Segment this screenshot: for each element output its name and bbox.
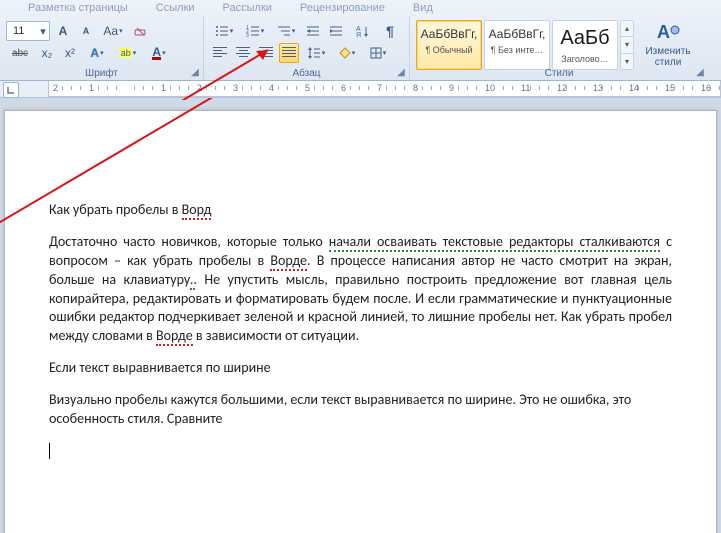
- chevron-up-icon[interactable]: ▴: [621, 21, 633, 37]
- clear-format-button[interactable]: [130, 21, 150, 41]
- ruler-tick: 2: [197, 83, 202, 93]
- decrease-indent-button[interactable]: [303, 21, 323, 41]
- ruler-tick: 5: [305, 83, 310, 93]
- ruler-tick: 3: [233, 83, 238, 93]
- bullets-button[interactable]: ▾: [210, 21, 238, 41]
- doc-paragraph-2: Если текст выравнивается по ширине: [49, 359, 672, 378]
- sort-button[interactable]: AЯ: [349, 21, 377, 41]
- group-styles-label: Стили ◢: [410, 68, 708, 79]
- shading-button[interactable]: ▾: [333, 43, 361, 63]
- font-size-combo[interactable]: 11 ▾: [6, 21, 50, 41]
- tab-view[interactable]: Вид: [413, 2, 433, 14]
- styles-scroll[interactable]: ▴ ▾ ▾: [620, 20, 634, 70]
- style-nospacing[interactable]: АаБбВвГг, Без инте…: [484, 20, 550, 70]
- svg-text:A: A: [657, 22, 670, 42]
- tab-mailings[interactable]: Рассылки: [223, 2, 272, 14]
- chevron-down-icon: ▾: [119, 27, 123, 35]
- ruler-tick: 2: [53, 83, 58, 93]
- align-center-button[interactable]: [233, 43, 253, 63]
- ribbon: Разметка страницы Ссылки Рассылки Реценз…: [0, 0, 721, 81]
- chevron-down-icon: ▾: [133, 49, 137, 57]
- change-case-button[interactable]: Aa▾: [99, 21, 127, 41]
- svg-text:Я: Я: [356, 32, 361, 37]
- ruler-tick: 6: [341, 83, 346, 93]
- strike-button[interactable]: abc: [6, 43, 34, 63]
- tab-review[interactable]: Рецензирование: [300, 2, 385, 14]
- svg-text:3: 3: [246, 33, 249, 37]
- line-spacing-button[interactable]: ▾: [302, 43, 330, 63]
- tab-links[interactable]: Ссылки: [156, 2, 195, 14]
- text-cursor: [49, 443, 50, 459]
- ruler-tick: 8: [413, 83, 418, 93]
- tab-layout[interactable]: Разметка страницы: [28, 2, 128, 14]
- chevron-down-icon: ▾: [162, 49, 166, 57]
- ruler-tick: 1: [161, 83, 166, 93]
- numbering-button[interactable]: 123 ▾: [241, 21, 269, 41]
- doc-title: Как убрать пробелы в Ворд: [49, 201, 672, 220]
- ruler-tick: 7: [377, 83, 382, 93]
- doc-paragraph-1: Достаточно часто новичков, которые тольк…: [49, 233, 672, 346]
- font-size-value: 11: [7, 25, 37, 37]
- chevron-down-icon: ▾: [292, 27, 296, 35]
- increase-indent-button[interactable]: [326, 21, 346, 41]
- ruler-tick: 4: [269, 83, 274, 93]
- group-font-label: Шрифт ◢: [0, 68, 203, 79]
- shrink-font-button[interactable]: A: [76, 21, 96, 41]
- style-normal[interactable]: АаБбВвГг, Обычный: [416, 20, 482, 70]
- doc-paragraph-3: Визуально пробелы кажутся большими, если…: [49, 391, 672, 429]
- ruler-tick: 1: [89, 83, 94, 93]
- borders-button[interactable]: ▾: [364, 43, 392, 63]
- paragraph-dialog-launcher[interactable]: ◢: [395, 67, 407, 79]
- font-color-button[interactable]: A▾: [145, 43, 173, 63]
- chevron-down-icon: ▾: [230, 27, 234, 35]
- change-styles-button[interactable]: A Изменить стили: [640, 20, 696, 70]
- superscript-button[interactable]: x²: [60, 43, 80, 63]
- page[interactable]: Как убрать пробелы в Ворд Достаточно час…: [4, 110, 717, 533]
- doc-cursor-line: [49, 442, 672, 461]
- chevron-down-icon: ▾: [322, 49, 326, 57]
- ruler-scale: 211234567891011121314151617: [48, 81, 721, 97]
- align-left-button[interactable]: [210, 43, 230, 63]
- group-styles: АаБбВвГг, Обычный АаБбВвГг, Без инте… Аа…: [410, 16, 708, 80]
- group-paragraph-label: Абзац ◢: [204, 68, 409, 79]
- highlight-button[interactable]: ab▾: [114, 43, 142, 63]
- ruler-tick: 11: [521, 83, 530, 93]
- ribbon-tabs: Разметка страницы Ссылки Рассылки Реценз…: [0, 0, 721, 16]
- show-marks-button[interactable]: ¶: [380, 21, 400, 41]
- chevron-down-icon: ▾: [37, 25, 49, 38]
- text-effects-button[interactable]: A▾: [83, 43, 111, 63]
- styles-more-icon[interactable]: ▾: [621, 54, 633, 69]
- document-area: Как убрать пробелы в Ворд Достаточно час…: [0, 98, 721, 533]
- ruler-tick: 9: [449, 83, 454, 93]
- align-right-button[interactable]: [256, 43, 276, 63]
- style-heading1[interactable]: АаБб Заголово…: [552, 20, 618, 70]
- chevron-down-icon: ▾: [383, 49, 387, 57]
- grow-font-button[interactable]: A: [53, 21, 73, 41]
- chevron-down-icon: ▾: [352, 49, 356, 57]
- styles-dialog-launcher[interactable]: ◢: [694, 67, 706, 79]
- chevron-down-icon: ▾: [100, 49, 104, 57]
- horizontal-ruler[interactable]: 211234567891011121314151617: [0, 81, 721, 98]
- tab-selector[interactable]: [3, 82, 19, 98]
- group-paragraph: ▾ 123 ▾ ▾ AЯ ¶: [204, 16, 410, 80]
- chevron-down-icon: ▾: [261, 27, 265, 35]
- change-styles-icon: A: [654, 22, 682, 46]
- chevron-down-icon[interactable]: ▾: [621, 37, 633, 53]
- font-dialog-launcher[interactable]: ◢: [189, 67, 201, 79]
- align-justify-button[interactable]: [279, 43, 299, 63]
- group-font: 11 ▾ A A Aa▾ abc x₂ x² A▾ ab▾ A▾ Шрифт: [0, 16, 204, 80]
- subscript-button[interactable]: x₂: [37, 43, 57, 63]
- multilevel-button[interactable]: ▾: [272, 21, 300, 41]
